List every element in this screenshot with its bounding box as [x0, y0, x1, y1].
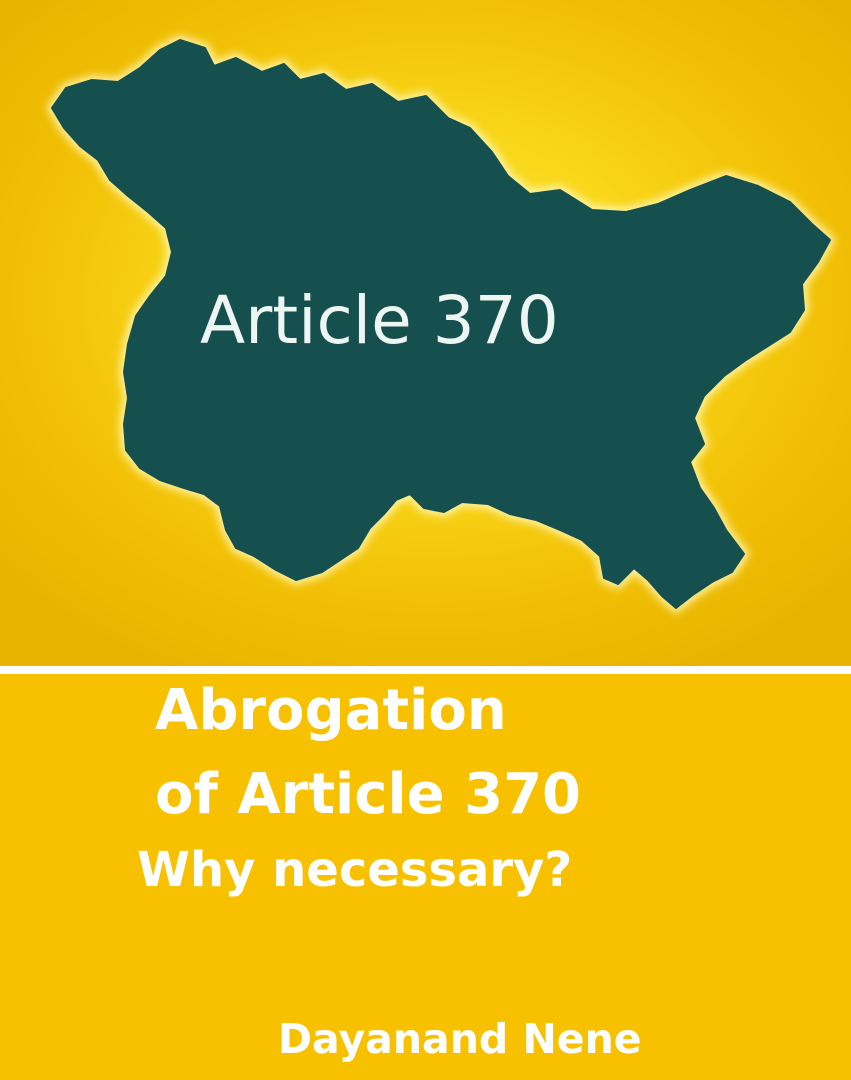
divider	[0, 666, 851, 674]
title-line-1: Abrogation	[155, 678, 507, 743]
title-line-3: Why necessary?	[137, 842, 573, 898]
map-label: Article 370	[200, 282, 559, 359]
title-line-2: of Article 370	[155, 762, 582, 827]
author-name: Dayanand Nene	[278, 1015, 642, 1063]
book-cover: Article 370 Abrogation of Article 370 Wh…	[0, 0, 851, 1080]
map-panel: Article 370	[0, 0, 851, 666]
